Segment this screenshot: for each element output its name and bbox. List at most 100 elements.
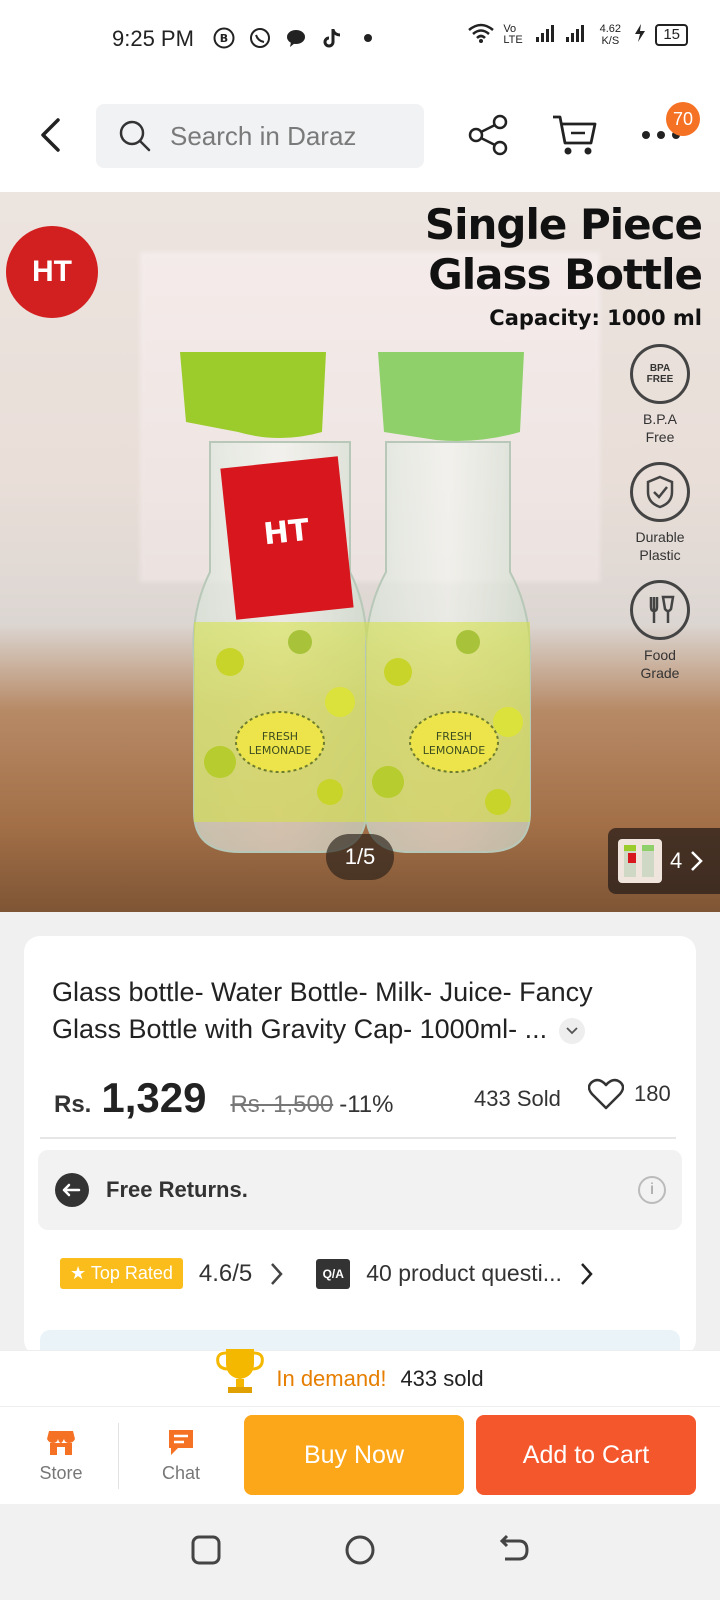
product-info-card: Glass bottle- Water Bottle- Milk- Juice-… — [24, 936, 696, 1356]
svg-text:HT: HT — [262, 513, 312, 553]
trophy-icon — [216, 1349, 264, 1393]
qa-icon: Q/A — [316, 1258, 351, 1289]
brand-logo: HT — [6, 226, 98, 318]
logo-mark: HT — [32, 255, 72, 288]
current-price: 1,329 — [101, 1074, 207, 1121]
wifi-icon — [467, 22, 495, 47]
back-nav-button[interactable] — [497, 1533, 531, 1572]
feature-label: Plastic — [639, 547, 681, 563]
questions-link[interactable]: 40 product questi... — [366, 1260, 562, 1287]
info-icon[interactable]: i — [638, 1176, 666, 1204]
whatsapp-icon — [248, 26, 272, 50]
notification-badge: 70 — [666, 102, 700, 136]
svg-text:LEMONADE: LEMONADE — [249, 744, 311, 757]
expand-title-button[interactable] — [558, 1017, 585, 1044]
battery-level: 15 — [655, 23, 688, 46]
bpa-free-icon: BPA FREE — [630, 344, 690, 404]
free-returns-row[interactable]: Free Returns. i — [38, 1150, 682, 1230]
recent-apps-button[interactable] — [189, 1533, 223, 1572]
signal-icon — [535, 23, 557, 46]
add-to-cart-button[interactable]: Add to Cart — [476, 1415, 696, 1495]
sold-count: 433 Sold — [474, 1086, 561, 1111]
svg-text:FRESH: FRESH — [262, 730, 298, 743]
chevron-down-icon — [566, 1027, 578, 1035]
store-label: Store — [39, 1463, 83, 1483]
chat-bubble-icon — [284, 26, 308, 50]
in-demand-count: 433 sold — [400, 1365, 484, 1391]
product-image-gallery[interactable]: HT Single Piece Glass Bottle Capacity: 1… — [0, 192, 720, 912]
notification-icons: B — [212, 26, 380, 50]
original-price: Rs. 1,500 — [230, 1091, 334, 1118]
headline-line1: Single Piece — [424, 200, 703, 249]
circle-icon — [345, 1535, 375, 1564]
divider — [118, 1423, 119, 1489]
top-nav: 70 — [0, 80, 720, 192]
dot-icon — [356, 26, 380, 50]
more-images-button[interactable]: 4 — [608, 828, 720, 894]
system-nav-bar — [0, 1504, 720, 1600]
search-input[interactable] — [170, 120, 410, 152]
store-icon — [47, 1431, 75, 1455]
in-demand-label: In demand! — [276, 1365, 387, 1391]
return-arrow-icon — [499, 1534, 529, 1560]
share-button[interactable] — [466, 110, 510, 160]
share-icon — [468, 114, 508, 156]
questions-chevron-icon[interactable] — [580, 1262, 594, 1286]
net-speed: 4.62 K/S — [599, 22, 622, 47]
free-returns-text: Free Returns. — [106, 1177, 248, 1202]
cart-icon — [553, 115, 597, 155]
discount-percent: -11% — [339, 1091, 394, 1118]
feature-label: Food — [644, 647, 676, 663]
shield-check-icon — [630, 462, 690, 522]
svg-text:B: B — [220, 32, 228, 45]
top-rated-badge: ★ Top Rated — [60, 1258, 183, 1289]
headline-line2: Glass Bottle — [428, 250, 703, 299]
charging-icon — [633, 23, 647, 46]
rating-chevron-icon[interactable] — [270, 1262, 284, 1286]
in-demand-banner: In demand! 433 sold — [0, 1349, 720, 1406]
rating-value[interactable]: 4.6/5 — [199, 1260, 252, 1288]
image-headline: Single Piece Glass Bottle Capacity: 1000… — [424, 200, 703, 330]
thumbnail-image — [618, 839, 662, 883]
feature-bpa-free: BPA FREE B.P.A Free — [620, 344, 700, 446]
chat-button[interactable]: Chat — [136, 1427, 226, 1484]
price-row: Rs. 1,329 Rs. 1,500 -11% — [54, 1074, 393, 1122]
more-images-count: 4 — [670, 848, 683, 873]
tiktok-icon — [320, 26, 344, 50]
image-pager: 1/5 — [326, 834, 394, 880]
currency: Rs. — [54, 1091, 92, 1118]
bottle-right: FRESH LEMONADE — [364, 352, 532, 853]
search-icon — [119, 120, 151, 152]
back-arrow-icon — [41, 118, 60, 152]
back-button[interactable] — [30, 110, 70, 160]
b-app-icon: B — [212, 26, 236, 50]
product-title[interactable]: Glass bottle- Water Bottle- Milk- Juice-… — [52, 974, 652, 1048]
status-time: 9:25 PM — [112, 26, 194, 51]
cart-button[interactable] — [550, 110, 600, 160]
status-bar: 9:25 PM B Vo LTE 4.62 K/S 15 — [0, 0, 720, 80]
rating-row: ★ Top Rated 4.6/5 Q/A 40 product questi.… — [60, 1258, 680, 1289]
search-bar[interactable] — [96, 104, 424, 168]
feature-label: Grade — [640, 665, 680, 681]
feature-label: Free — [645, 429, 675, 445]
fork-glass-icon — [630, 580, 690, 640]
store-button[interactable]: Store — [16, 1427, 106, 1484]
bottom-action-bar: Store Chat Buy Now Add to Cart — [0, 1406, 720, 1504]
feature-food-grade: Food Grade — [620, 580, 700, 682]
wishlist-count: 180 — [634, 1081, 671, 1106]
feature-label: Durable — [635, 529, 685, 545]
signal-icon-2 — [565, 23, 587, 46]
chevron-right-icon — [691, 851, 704, 871]
feature-label: B.P.A — [643, 411, 677, 427]
chat-label: Chat — [161, 1463, 201, 1483]
home-button[interactable] — [343, 1533, 377, 1572]
feature-durable: Durable Plastic — [620, 462, 700, 564]
svg-text:FRESH: FRESH — [436, 730, 472, 743]
buy-now-button[interactable]: Buy Now — [244, 1415, 464, 1495]
capacity-text: Capacity: 1000 ml — [489, 306, 702, 330]
wishlist-button[interactable]: 180 — [588, 1078, 671, 1110]
bottle-left: FRESH LEMONADE HT — [180, 352, 368, 853]
divider — [40, 1137, 676, 1139]
system-status: Vo LTE 4.62 K/S 15 — [467, 22, 688, 47]
svg-text:LEMONADE: LEMONADE — [423, 744, 485, 757]
